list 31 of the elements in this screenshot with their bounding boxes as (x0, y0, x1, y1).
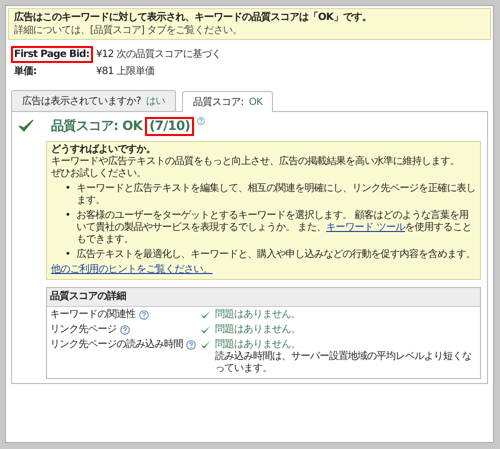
details-heading: 品質スコアの詳細 (47, 288, 480, 307)
tip-item: キーワードと広告テキストを編集して、相互の関連を明確にし、リンク先ページを正確に表します。 (76, 183, 476, 207)
notice-text: 広告はこのキーワードに対して表示され、キーワードの品質スコアは「OK」です。 (14, 11, 372, 24)
score-fraction: (7/10) (145, 116, 194, 136)
notice-text: 詳細については、[品質スコア] タブをご覧ください。 (14, 24, 243, 37)
bid-label: 単価: (13, 64, 38, 79)
detail-label: リンク先ページ (50, 324, 116, 336)
tips-text: ぜひお試しください。 (51, 168, 147, 180)
detail-note: 読み込み時間は、サーバー設置地域の平均レベルより短くなっています。 (215, 351, 472, 375)
bid-note: 上限単価 (116, 65, 155, 78)
bullet: • (65, 249, 70, 261)
bid-value: ¥81 (96, 65, 114, 78)
bullet: • (65, 183, 70, 195)
detail-status: 問題はありません。 (215, 309, 302, 321)
keyword-tool-link[interactable]: キーワード ツール (326, 222, 405, 233)
bid-label: First Page Bid: (11, 46, 93, 63)
detail-status: 問題はありません。 (215, 339, 302, 350)
bullet: • (65, 210, 70, 222)
tip-item: お客様のユーザーをターゲットとするキーワードを選択します。 顧客はどのような言葉を用いて貴社の製品やサービスを表現するでしょうか。 また、キーワード ツールを使用することもできます。 (76, 210, 472, 246)
tip-item: 広告テキストを最適化し、キーワードと、購入や申し込みなどの行動を促す内容を含めます。 (76, 249, 476, 261)
bid-value: ¥12 (96, 48, 114, 61)
score-title: 品質スコア: OK (51, 118, 142, 135)
detail-status: 問題はありません。 (215, 324, 302, 336)
more-tips-link[interactable]: 他のご利用のヒントをご覧ください。 (51, 264, 212, 275)
bid-note: 次の品質スコアに基づく (116, 48, 222, 61)
detail-label: リンク先ページの読み込み時間 (50, 339, 183, 351)
detail-label: キーワードの関連性 (50, 309, 136, 321)
tab[interactable]: 品質スコア: OK (182, 91, 274, 112)
tips-heading: どうすればよいですか。 (51, 144, 156, 156)
tips-text: キーワードや広告テキストの品質をもっと向上させ、広告の掲載結果を高い水準に維持します。 (51, 156, 460, 168)
tab[interactable]: 広告は表示されていますか? はい (11, 90, 176, 111)
